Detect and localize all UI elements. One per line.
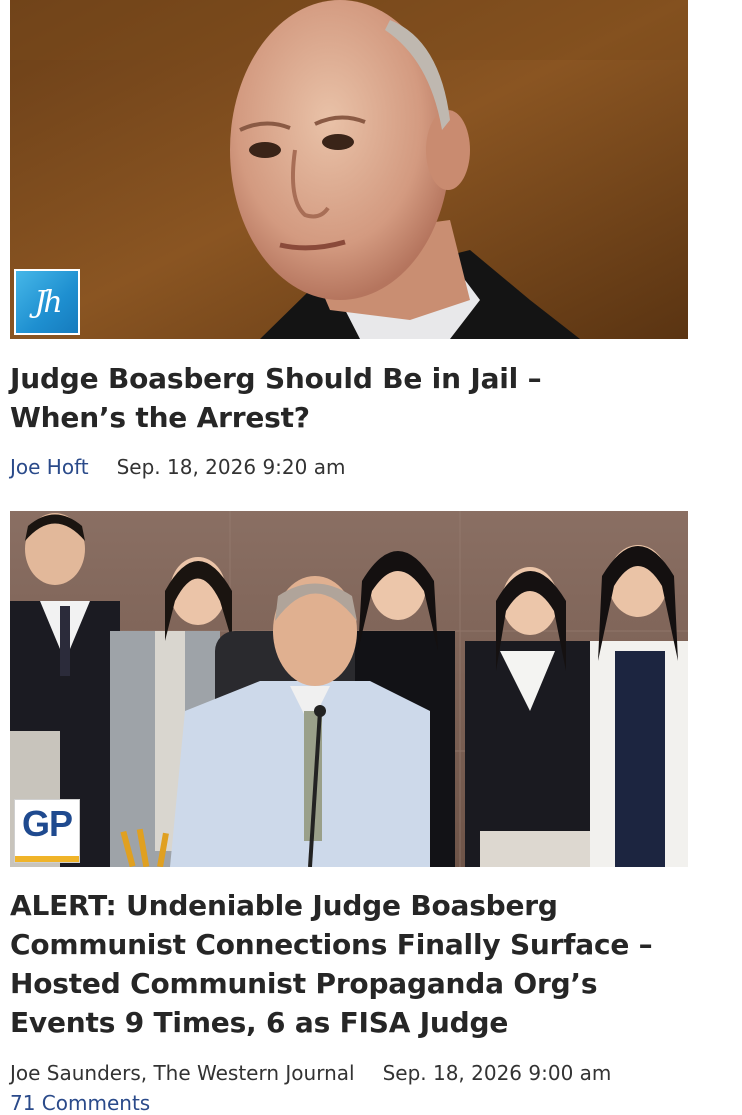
publish-date: Sep. 18, 2026 9:00 am: [382, 1061, 612, 1085]
article-thumbnail[interactable]: GP: [10, 511, 688, 867]
article-headline[interactable]: Judge Boasberg Should Be in Jail – When’…: [10, 359, 610, 437]
article-thumbnail[interactable]: Jh: [10, 0, 688, 339]
author-name: Joe Saunders, The Western Journal: [10, 1061, 355, 1085]
site-logo-accent-bar: [15, 856, 79, 862]
article-meta: Joe Hoft Sep. 18, 2026 9:20 am: [10, 452, 345, 482]
site-logo-icon: GP: [14, 799, 80, 863]
article-feed: Jh Judge Boasberg Should Be in Jail – Wh…: [10, 0, 688, 1115]
site-logo-text: GP: [21, 803, 73, 844]
site-logo-icon: Jh: [14, 269, 80, 335]
judge-portrait-photo: [10, 0, 688, 339]
article-headline[interactable]: ALERT: Undeniable Judge Boasberg Communi…: [10, 886, 700, 1042]
judge-with-clerks-photo: [10, 511, 688, 867]
comments-link[interactable]: 71 Comments: [10, 1091, 150, 1115]
author-link[interactable]: Joe Hoft: [10, 455, 89, 479]
article-card: GP ALERT: Undeniable Judge Boasberg Comm…: [10, 511, 688, 1115]
article-meta: Joe Saunders, The Western Journal Sep. 1…: [10, 1058, 611, 1088]
publish-date: Sep. 18, 2026 9:20 am: [116, 455, 346, 479]
article-card: Jh Judge Boasberg Should Be in Jail – Wh…: [10, 0, 688, 479]
